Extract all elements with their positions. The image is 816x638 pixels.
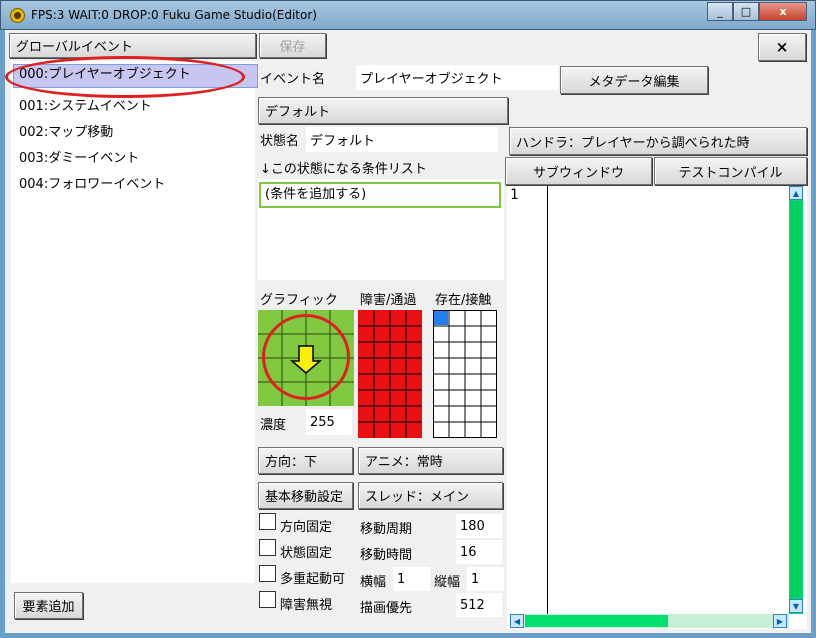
direction-button[interactable]: 方向：下 — [258, 447, 353, 474]
save-button[interactable]: 保存 — [259, 33, 326, 58]
maximize-button[interactable]: □ — [733, 2, 759, 21]
list-item[interactable]: 003:ダミーイベント — [19, 147, 139, 166]
highlight-annotation — [262, 314, 350, 400]
draw-priority-field[interactable]: 512 — [456, 593, 502, 617]
condition-list-header: ↓この状態になる条件リスト — [260, 162, 427, 177]
graphic-label: グラフィック — [260, 293, 338, 308]
presence-label: 存在/接触 — [435, 293, 492, 308]
list-item[interactable]: 002:マップ移動 — [19, 121, 113, 140]
density-field[interactable]: 255 — [306, 409, 352, 435]
ignore-obstacle-checkbox[interactable] — [259, 591, 276, 608]
fixed-direction-checkbox[interactable] — [259, 513, 276, 530]
horizontal-scroll-thumb[interactable] — [525, 615, 668, 627]
test-compile-button[interactable]: テストコンパイル — [654, 157, 807, 185]
checkbox-label: 障害無視 — [280, 598, 333, 613]
close-button[interactable]: × — [758, 33, 806, 61]
subwindow-button[interactable]: サブウィンドウ — [505, 157, 652, 185]
add-element-button[interactable]: 要素追加 — [14, 592, 83, 619]
event-name-field[interactable]: プレイヤーオブジェクト — [356, 65, 558, 90]
minimize-button[interactable]: _ — [707, 2, 733, 21]
code-editor[interactable]: 1 ▲ ▼ ◀ ▶ — [507, 186, 807, 629]
state-name-field[interactable]: デフォルト — [306, 127, 498, 152]
global-event-button[interactable]: グローバルイベント — [9, 33, 256, 58]
scroll-down-arrow-icon[interactable]: ▼ — [789, 599, 803, 613]
checkbox-label: 方向固定 — [280, 520, 333, 535]
app-icon — [10, 8, 25, 23]
fixed-state-checkbox[interactable] — [259, 539, 276, 556]
thread-button[interactable]: スレッド：メイン — [358, 482, 503, 509]
height-field[interactable]: 1 — [467, 567, 504, 591]
condition-list[interactable]: (条件を追加する) — [258, 179, 504, 280]
scroll-right-arrow-icon[interactable]: ▶ — [773, 614, 787, 628]
checkbox-label: 状態固定 — [280, 546, 333, 561]
window-close-button[interactable]: x — [759, 2, 807, 21]
scroll-up-arrow-icon[interactable]: ▲ — [789, 186, 803, 200]
move-time-field[interactable]: 16 — [456, 540, 502, 564]
list-item[interactable]: 004:フォロワーイベント — [19, 173, 165, 192]
checkbox-label: 多重起動可 — [280, 572, 346, 587]
width-field[interactable]: 1 — [393, 567, 430, 591]
multi-launch-checkbox[interactable] — [259, 565, 276, 582]
move-time-label: 移動時間 — [360, 548, 413, 563]
state-name-label: 状態名 — [260, 134, 300, 149]
width-label: 横幅 — [360, 575, 387, 590]
window-title: FPS:3 WAIT:0 DROP:0 Fuku Game Studio(Edi… — [31, 8, 317, 22]
metadata-edit-button[interactable]: メタデータ編集 — [560, 66, 708, 94]
movement-settings-button[interactable]: 基本移動設定 — [258, 482, 353, 509]
highlight-annotation — [5, 56, 245, 98]
obstacle-grid[interactable] — [358, 310, 422, 438]
event-list[interactable]: 000:プレイヤーオブジェクト 001:システムイベント 002:マップ移動 0… — [11, 61, 258, 583]
move-period-field[interactable]: 180 — [456, 514, 502, 538]
scroll-left-arrow-icon[interactable]: ◀ — [510, 614, 524, 628]
obstacle-label: 障害/通過 — [360, 293, 417, 308]
title-bar: FPS:3 WAIT:0 DROP:0 Fuku Game Studio(Edi… — [0, 0, 816, 30]
move-period-label: 移動周期 — [360, 522, 413, 537]
handler-button[interactable]: ハンドラ：プレイヤーから調べられた時 — [509, 127, 807, 155]
gutter-divider — [547, 186, 548, 614]
add-condition-item[interactable]: (条件を追加する) — [259, 182, 501, 208]
anime-button[interactable]: アニメ：常時 — [358, 447, 503, 474]
draw-priority-label: 描画優先 — [360, 601, 413, 616]
density-label: 濃度 — [260, 418, 287, 433]
event-name-label: イベント名 — [260, 72, 326, 87]
state-button[interactable]: デフォルト — [258, 97, 508, 124]
presence-grid[interactable] — [433, 310, 497, 438]
line-number: 1 — [510, 187, 519, 203]
height-label: 縦幅 — [434, 575, 461, 590]
vertical-scroll-thumb[interactable] — [790, 201, 802, 598]
